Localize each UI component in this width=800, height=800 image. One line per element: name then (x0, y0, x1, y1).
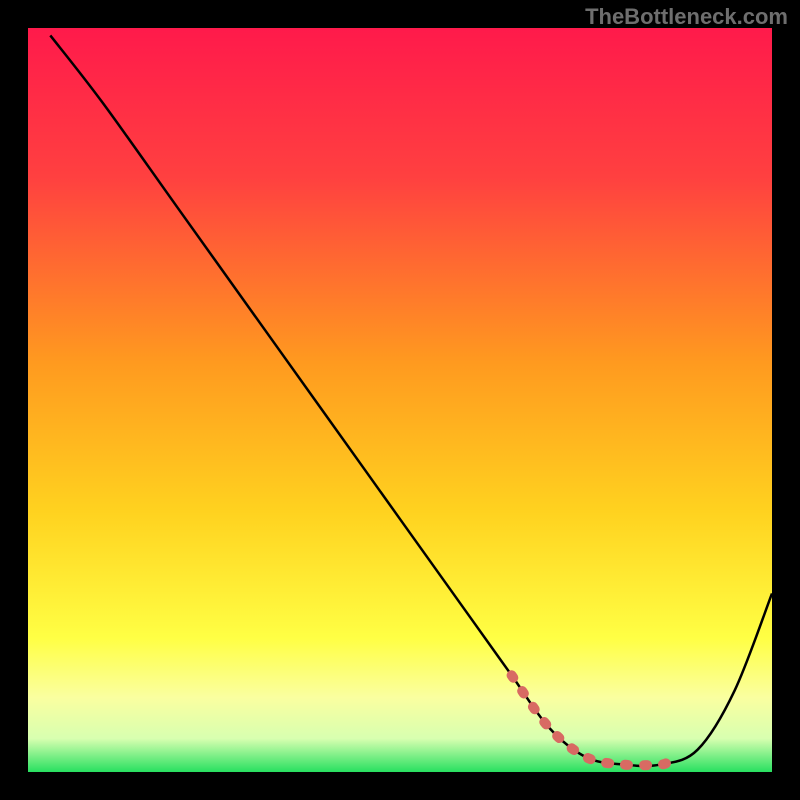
bottleneck-curve (50, 35, 772, 766)
watermark-text: TheBottleneck.com (585, 4, 788, 30)
bottleneck-highlight (512, 675, 668, 765)
plot-area (28, 28, 772, 772)
curve-layer (28, 28, 772, 772)
